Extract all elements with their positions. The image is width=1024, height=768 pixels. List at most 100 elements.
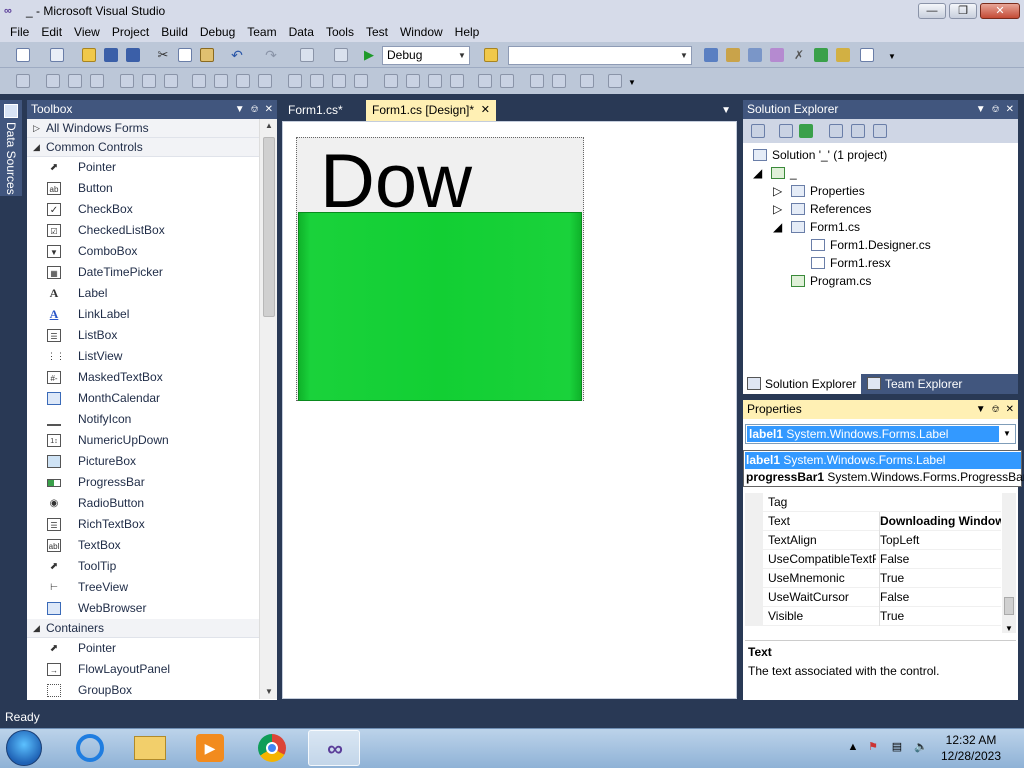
taskbar-media-player[interactable]: ▶ [184,730,236,766]
toolbox-item-listview[interactable]: ⋮⋮ ListView [27,346,259,367]
extension-manager-icon[interactable] [836,48,850,62]
property-value[interactable]: Downloading Window [879,512,1001,531]
align-lefts-icon[interactable] [46,74,60,88]
toolbox-item-checkbox[interactable]: ✓ CheckBox [27,199,259,220]
toolbox-item-webbrowser[interactable]: WebBrowser [27,598,259,619]
new-project-icon[interactable] [16,48,30,62]
property-value[interactable]: False [879,550,1001,569]
vertical-spacing-icon[interactable] [384,74,398,88]
toolbox-item-datetimepicker[interactable]: ▦ DateTimePicker [27,262,259,283]
toolbox-category-all-windows-forms[interactable]: ▷ All Windows Forms [27,119,259,138]
scrollbar-thumb[interactable] [1004,597,1014,615]
paste-icon[interactable] [200,48,214,62]
menu-help[interactable]: Help [449,22,486,42]
close-icon[interactable]: ✕ [265,100,273,119]
remove-horizontal-spacing-icon[interactable] [354,74,368,88]
chevron-down-icon[interactable]: ▼ [721,100,731,121]
close-icon[interactable]: ✕ [1006,400,1014,419]
center-vertically-icon[interactable] [500,74,514,88]
start-debugging-icon[interactable]: ▶ [362,48,376,62]
horizontal-spacing-icon[interactable] [288,74,302,88]
toolbar-options-icon[interactable]: ▼ [888,50,902,64]
tree-item-form1-designer-cs[interactable]: Form1.Designer.cs [811,236,931,254]
decrease-horizontal-spacing-icon[interactable] [332,74,346,88]
make-same-height-icon[interactable] [236,74,250,88]
toolbar-options-icon[interactable]: ▼ [628,76,642,90]
collapse-arrow-icon[interactable]: ◢ [753,164,762,182]
tree-item-form1-cs[interactable]: Form1.cs [791,218,860,236]
dropdown-item-progressbar1[interactable]: progressBar1 System.Windows.Forms.Progre… [745,469,1024,486]
align-centers-icon[interactable] [68,74,82,88]
bring-to-front-icon[interactable] [530,74,544,88]
toolbox-item-notifyicon[interactable]: NotifyIcon [27,409,259,430]
align-middles-icon[interactable] [142,74,156,88]
menu-window[interactable]: Window [394,22,449,42]
property-value[interactable]: False [879,588,1001,607]
tree-item-program-cs[interactable]: Program.cs [791,272,871,290]
property-value[interactable]: TopLeft [879,531,1001,550]
menu-tools[interactable]: Tools [320,22,360,42]
property-row[interactable]: Text Downloading Window [745,512,1001,531]
make-same-width-icon[interactable] [192,74,206,88]
find-in-files-icon[interactable] [484,48,498,62]
progressbar1-control[interactable] [298,212,582,401]
toolbox-item-checkedlistbox[interactable]: ☑ CheckedListBox [27,220,259,241]
toolbox-item-progressbar[interactable]: ProgressBar [27,472,259,493]
restore-button[interactable]: ❐ [949,3,977,19]
toolbox-item-maskedtextbox[interactable]: #- MaskedTextBox [27,367,259,388]
menu-edit[interactable]: Edit [35,22,68,42]
view-code-icon[interactable] [829,124,843,138]
toolbox-item-numericupdown[interactable]: 1↕ NumericUpDown [27,430,259,451]
align-rights-icon[interactable] [90,74,104,88]
object-browser-icon[interactable] [748,48,762,62]
expand-arrow-icon[interactable]: ▷ [773,200,782,218]
network-icon[interactable]: ▤ [890,740,904,754]
property-row[interactable]: UseCompatibleTextRenderingFalse [745,550,1001,569]
scroll-down-icon[interactable]: ▼ [1002,624,1016,633]
toolbox-icon[interactable] [770,48,784,62]
save-icon[interactable] [104,48,118,62]
tab-order-icon[interactable] [580,74,594,88]
start-button[interactable] [6,730,42,766]
class-diagram-icon[interactable] [873,124,887,138]
toolbox-item-picturebox[interactable]: PictureBox [27,451,259,472]
collapse-arrow-icon[interactable]: ◢ [773,218,782,236]
label1-control[interactable]: Dow [320,138,580,213]
navigate-forward-icon[interactable] [334,48,348,62]
tree-item-references[interactable]: References [791,200,871,218]
data-sources-side-tab[interactable]: Data Sources [0,100,22,196]
toolbox-category-common-controls[interactable]: ◢ Common Controls [27,138,259,157]
tab-form1-cs[interactable]: Form1.cs* [282,100,362,121]
tree-item-form1-resx[interactable]: Form1.resx [811,254,891,272]
toolbox-item-label[interactable]: A Label [27,283,259,304]
toolbox-item-monthcalendar[interactable]: MonthCalendar [27,388,259,409]
decrease-vertical-spacing-icon[interactable] [428,74,442,88]
command-window-icon[interactable] [860,48,874,62]
show-all-files-icon[interactable] [779,124,793,138]
toolbox-item-listbox[interactable]: ☰ ListBox [27,325,259,346]
taskbar-clock[interactable]: 12:32 AM 12/28/2023 [932,732,1010,766]
toolbox-item-richtextbox[interactable]: ☰ RichTextBox [27,514,259,535]
toolbox-item-textbox[interactable]: abl TextBox [27,535,259,556]
remove-vertical-spacing-icon[interactable] [450,74,464,88]
minimize-button[interactable]: — [918,3,946,19]
add-item-icon[interactable] [50,48,64,62]
tab-form1-design[interactable]: Form1.cs [Design]* ✕ [366,100,496,121]
property-grid-scrollbar[interactable]: ▼ [1002,493,1016,633]
action-center-icon[interactable]: ⚑ [866,740,880,754]
menu-test[interactable]: Test [360,22,394,42]
redo-icon[interactable]: ↷ [264,48,278,62]
property-row[interactable]: UseWaitCursor False [745,588,1001,607]
refresh-icon[interactable] [799,124,813,138]
chevron-down-icon[interactable]: ▼ [235,100,245,119]
expand-arrow-icon[interactable]: ▷ [773,182,782,200]
toolbox-item-flowlayoutpanel[interactable]: → FlowLayoutPanel [27,659,259,680]
menu-project[interactable]: Project [106,22,155,42]
menu-file[interactable]: File [4,22,35,42]
toolbox-item-pointer[interactable]: ⬈ Pointer [27,157,259,178]
align-bottoms-icon[interactable] [164,74,178,88]
save-all-icon[interactable] [126,48,140,62]
toolbox-item-tooltip[interactable]: ⬈ ToolTip [27,556,259,577]
taskbar-file-explorer[interactable] [124,730,176,766]
taskbar-chrome[interactable] [246,730,298,766]
